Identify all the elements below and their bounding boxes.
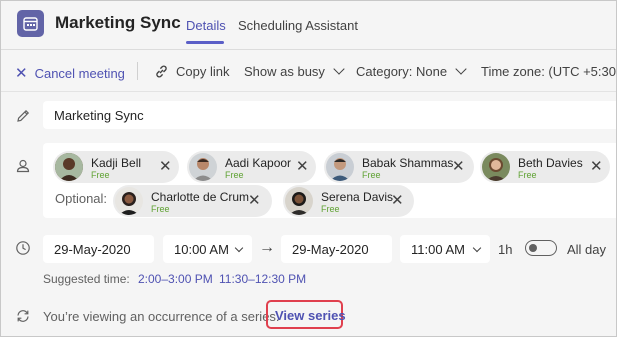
pencil-icon — [17, 109, 30, 122]
chevron-down-icon — [455, 62, 467, 75]
start-date-picker[interactable]: 29-May-2020 — [43, 235, 154, 263]
calendar-icon — [17, 10, 44, 37]
start-time-value: 10:00 AM — [174, 242, 229, 257]
remove-attendee-button[interactable]: ✕ — [296, 159, 309, 174]
header: Marketing Sync Details Scheduling Assist… — [1, 1, 616, 48]
tab-details[interactable]: Details — [186, 18, 226, 33]
remove-attendee-button[interactable]: ✕ — [248, 193, 261, 208]
attendees-field[interactable]: Kadji Bell Free ✕ Aadi Kapoor Free ✕ Bab… — [43, 143, 616, 218]
clock-icon — [16, 241, 30, 255]
toggle-knob — [529, 243, 537, 252]
remove-attendee-button[interactable]: ✕ — [452, 159, 465, 174]
attendee-name: Babak Shammas — [362, 156, 454, 170]
all-day-label: All day — [567, 242, 607, 257]
remove-attendee-button[interactable]: ✕ — [590, 159, 603, 174]
time-zone-label: Time zone: (UTC +5:30) Ir — [481, 64, 617, 79]
active-tab-indicator — [186, 41, 224, 44]
duration-label: 1h — [498, 242, 513, 257]
chevron-down-icon — [333, 62, 345, 75]
category-label: Category: None — [356, 64, 448, 79]
attendee-pill: Beth Davies Free ✕ — [480, 151, 610, 183]
toolbar-divider — [137, 62, 138, 80]
page-title: Marketing Sync — [55, 13, 181, 32]
end-time-value: 11:00 AM — [411, 242, 465, 257]
start-time-dropdown[interactable]: 10:00 AM — [163, 235, 252, 263]
suggested-slot-link[interactable]: 11:30–12:30 PM — [219, 272, 306, 286]
attendee-pill: Charlotte de Crum Free ✕ — [113, 185, 272, 217]
end-date-value: 29-May-2020 — [292, 242, 369, 257]
suggested-time-label: Suggested time: — [43, 272, 130, 286]
refresh-series-icon — [17, 310, 29, 322]
tab-scheduling-assistant[interactable]: Scheduling Assistant — [238, 18, 358, 33]
avatar — [189, 153, 217, 181]
avatar — [482, 153, 510, 181]
time-zone-dropdown[interactable]: Time zone: (UTC +5:30) Ir — [481, 64, 617, 79]
meeting-title-value: Marketing Sync — [54, 108, 144, 123]
people-icon — [16, 159, 30, 173]
attendee-name: Aadi Kapoor — [225, 156, 292, 170]
meeting-details-window: Marketing Sync Details Scheduling Assist… — [0, 0, 617, 337]
attendee-status: Free — [151, 204, 170, 214]
attendee-status: Free — [225, 170, 244, 180]
attendee-status: Free — [91, 170, 110, 180]
view-series-button[interactable]: View series — [266, 300, 346, 329]
link-icon — [156, 65, 167, 78]
avatar — [326, 153, 354, 181]
attendee-pill: Babak Shammas Free ✕ — [324, 151, 474, 183]
cancel-meeting-label: Cancel meeting — [34, 65, 125, 81]
attendee-pill: Kadji Bell Free ✕ — [53, 151, 179, 183]
chevron-down-icon — [472, 243, 482, 253]
remove-attendee-button[interactable]: ✕ — [391, 193, 404, 208]
cancel-meeting-button[interactable]: ✕ Cancel meeting — [15, 64, 125, 82]
divider — [1, 91, 616, 92]
copy-link-button[interactable]: Copy link — [154, 64, 229, 79]
category-dropdown[interactable]: Category: None — [356, 62, 467, 79]
show-as-dropdown[interactable]: Show as busy — [244, 62, 345, 79]
close-icon: ✕ — [15, 65, 28, 82]
attendee-name: Beth Davies — [518, 156, 583, 170]
attendee-pill: Serena Davis Free ✕ — [283, 185, 414, 217]
attendee-name: Serena Davis — [321, 190, 394, 204]
end-time-dropdown[interactable]: 11:00 AM — [400, 235, 490, 263]
remove-attendee-button[interactable]: ✕ — [159, 159, 172, 174]
attendee-status: Free — [321, 204, 340, 214]
attendee-status: Free — [518, 170, 537, 180]
arrow-right-icon: → — [259, 239, 275, 256]
attendee-status: Free — [362, 170, 381, 180]
optional-label: Optional: — [55, 191, 108, 206]
show-as-label: Show as busy — [244, 64, 325, 79]
suggested-slot-link[interactable]: 2:00–3:00 PM — [138, 272, 213, 286]
avatar — [285, 187, 313, 215]
end-date-picker[interactable]: 29-May-2020 — [281, 235, 392, 263]
attendee-pill: Aadi Kapoor Free ✕ — [187, 151, 316, 183]
view-series-label: View series — [275, 308, 346, 323]
attendee-name: Charlotte de Crum — [151, 190, 250, 204]
avatar — [55, 153, 83, 181]
meeting-title-input[interactable]: Marketing Sync — [43, 101, 616, 129]
attendee-name: Kadji Bell — [91, 156, 142, 170]
series-notice: You’re viewing an occurrence of a series… — [43, 309, 280, 324]
start-date-value: 29-May-2020 — [54, 242, 131, 257]
toolbar: ✕ Cancel meeting Copy link Show as busy … — [1, 50, 616, 92]
copy-link-label: Copy link — [176, 64, 230, 79]
avatar — [115, 187, 143, 215]
chevron-down-icon — [234, 243, 244, 253]
all-day-toggle[interactable] — [525, 240, 557, 256]
